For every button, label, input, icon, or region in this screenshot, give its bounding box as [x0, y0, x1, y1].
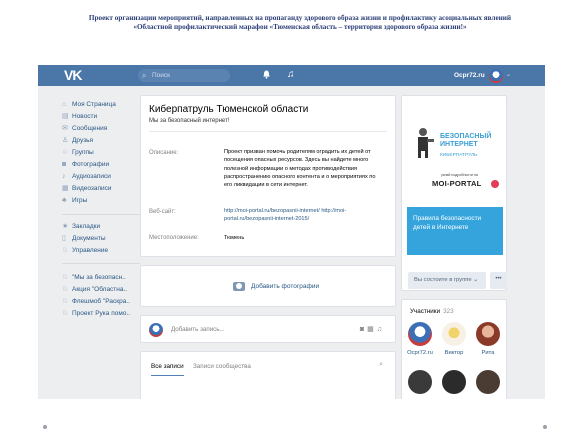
- banner-bottom: Правила безопасности детей в Интернете: [407, 207, 503, 255]
- members-title[interactable]: Участники 323: [410, 308, 454, 315]
- member-avatar[interactable]: [442, 370, 466, 394]
- vk-window: VK ⌕ Поиск ♫ Ocpr72.ru ⌄ ⌂ Моя Страница ▤…: [38, 65, 545, 399]
- group-name: Киберпатруль Тюменской области: [149, 104, 309, 115]
- home-icon: ⌂: [62, 101, 67, 108]
- attach-icons: ◙▦♫: [360, 323, 385, 337]
- camera-icon: [233, 281, 245, 291]
- banner-title: БЕЗОПАСНЫЙ ИНТЕРНЕТ: [440, 133, 492, 148]
- groups-icon: ♘: [62, 149, 69, 156]
- top-bar: VK ⌕ Поиск ♫ Ocpr72.ru ⌄: [38, 65, 545, 86]
- tab-community-posts[interactable]: Записи сообщества: [193, 362, 251, 372]
- website-label: Веб-сайт:: [149, 209, 176, 215]
- news-icon: ▤: [62, 113, 69, 120]
- add-photos-button[interactable]: Добавить фотографии: [233, 281, 319, 293]
- tab-all-posts[interactable]: Все записи: [151, 362, 184, 376]
- sidebar-item-groups[interactable]: ♘ Группы: [62, 147, 94, 159]
- member-avatar[interactable]: [476, 322, 500, 346]
- sidebar-item-group-2[interactable]: ♘ Акция "Областна..: [62, 284, 127, 296]
- sidebar-item-news[interactable]: ▤ Новости: [62, 111, 97, 123]
- member-avatar[interactable]: [442, 322, 466, 346]
- sidebar-divider: [62, 263, 140, 264]
- group-icon: ♘: [62, 286, 69, 293]
- avatar: [149, 323, 163, 337]
- member-name[interactable]: Ocpr72.ru: [405, 350, 435, 356]
- documents-icon: ▯: [62, 235, 66, 242]
- slide-bullet-right: [543, 425, 547, 429]
- member-avatar[interactable]: [408, 322, 432, 346]
- group-icon: ♘: [62, 298, 69, 305]
- wall-card: Все записи Записи сообщества ⌕: [140, 351, 396, 399]
- banner-subtitle: КИБЕРПАТРУЛЬ: [440, 153, 478, 158]
- post-input[interactable]: Добавить запись...: [171, 323, 225, 337]
- member-avatar[interactable]: [408, 370, 432, 394]
- group-info-card: Киберпатруль Тюменской области Мы за без…: [140, 95, 396, 257]
- photos-card: Добавить фотографии: [140, 265, 396, 307]
- divider: [149, 131, 387, 132]
- search-icon: ⌕: [142, 71, 147, 80]
- music-icon: ♪: [62, 173, 66, 180]
- slide-bullet-left: [43, 425, 47, 429]
- website-link[interactable]: http://moi-portal.ru/bezopasnii-internet…: [224, 207, 384, 224]
- sidebar-item-video[interactable]: ▦ Видеозаписи: [62, 183, 112, 195]
- banner-more: узнай подробности на: [441, 173, 478, 177]
- location-label: Местоположение:: [149, 235, 199, 241]
- star-icon: ★: [62, 223, 69, 230]
- slide-title: Проект организации мероприятий, направле…: [40, 14, 560, 32]
- video-icon[interactable]: ▦: [367, 326, 377, 333]
- group-status: Мы за безопасный интернет!: [149, 118, 230, 124]
- description-label: Описание:: [149, 150, 179, 156]
- group-description: Проект призван помочь родителям оградить…: [224, 149, 376, 189]
- group-location: Тюмень: [224, 235, 245, 241]
- video-icon: ▦: [62, 185, 69, 192]
- sidebar-item-group-3[interactable]: ♘ Флешмоб "Раскра..: [62, 296, 130, 308]
- sidebar-item-manage[interactable]: ♘ Управление: [62, 245, 108, 257]
- sidebar-item-bookmarks[interactable]: ★ Закладки: [62, 221, 100, 233]
- members-card: Участники 323 Ocpr72.ru Виктор Рита: [401, 299, 507, 399]
- banner-bottom-text: Правила безопасности детей в Интернете: [413, 215, 482, 231]
- sidebar-item-games[interactable]: ♣ Игры: [62, 195, 87, 207]
- music-note-icon[interactable]: ♫: [287, 68, 295, 82]
- sidebar-item-group-1[interactable]: ♘ "Мы за безопасн..: [62, 272, 126, 284]
- banner-portal: MOI-PORTAL: [432, 179, 482, 188]
- slide-title-line-1: Проект организации мероприятий, направле…: [88, 14, 512, 22]
- portal-logo-dot: [491, 180, 499, 188]
- manage-icon: ♘: [62, 247, 69, 254]
- user-name[interactable]: Ocpr72.ru: [454, 65, 485, 86]
- member-status-button[interactable]: Вы состоите в группе ⌄: [408, 272, 486, 289]
- bell-icon[interactable]: [263, 70, 270, 79]
- post-composer: Добавить запись... ◙▦♫: [140, 315, 396, 343]
- camera-icon: ◙: [62, 161, 67, 168]
- agent-figure-icon: [418, 128, 434, 158]
- vk-logo[interactable]: VK: [64, 67, 82, 83]
- member-avatar[interactable]: [476, 370, 500, 394]
- search-placeholder: Поиск: [152, 72, 171, 79]
- sidebar-item-photos[interactable]: ◙ Фотографии: [62, 159, 109, 171]
- search-input[interactable]: ⌕ Поиск: [138, 69, 230, 82]
- group-cover-card: БЕЗОПАСНЫЙ ИНТЕРНЕТ КИБЕРПАТРУЛЬ узнай п…: [401, 95, 507, 291]
- sidebar-item-documents[interactable]: ▯ Документы: [62, 233, 106, 245]
- sidebar-item-messages[interactable]: ✉ Сообщения: [62, 123, 107, 135]
- sidebar-divider: [62, 214, 140, 215]
- member-name[interactable]: Виктор: [439, 350, 469, 356]
- friends-icon: ♙: [62, 137, 69, 144]
- group-icon: ♘: [62, 274, 69, 281]
- sidebar-item-my-page[interactable]: ⌂ Моя Страница: [62, 99, 116, 111]
- add-photos-label: Добавить фотографии: [251, 283, 320, 290]
- members-count: 323: [443, 308, 454, 315]
- member-name[interactable]: Рита: [473, 350, 503, 356]
- search-icon[interactable]: ⌕: [379, 361, 383, 369]
- chevron-down-icon[interactable]: ⌄: [506, 65, 511, 86]
- sidebar-item-audio[interactable]: ♪ Аудиозаписи: [62, 171, 111, 183]
- messages-icon: ✉: [62, 125, 68, 132]
- group-icon: ♘: [62, 310, 69, 317]
- music-note-icon[interactable]: ♫: [377, 326, 385, 333]
- sidebar-item-group-4[interactable]: ♘ Проект Рука помо..: [62, 308, 130, 320]
- more-actions-button[interactable]: •••: [490, 272, 507, 289]
- banner-top: БЕЗОПАСНЫЙ ИНТЕРНЕТ КИБЕРПАТРУЛЬ узнай п…: [407, 101, 503, 207]
- slide-title-line-2: «Областной профилактический марафон «Тюм…: [133, 23, 467, 31]
- games-icon: ♣: [62, 197, 67, 204]
- user-avatar[interactable]: [489, 69, 503, 83]
- promo-banner[interactable]: БЕЗОПАСНЫЙ ИНТЕРНЕТ КИБЕРПАТРУЛЬ узнай п…: [407, 101, 503, 255]
